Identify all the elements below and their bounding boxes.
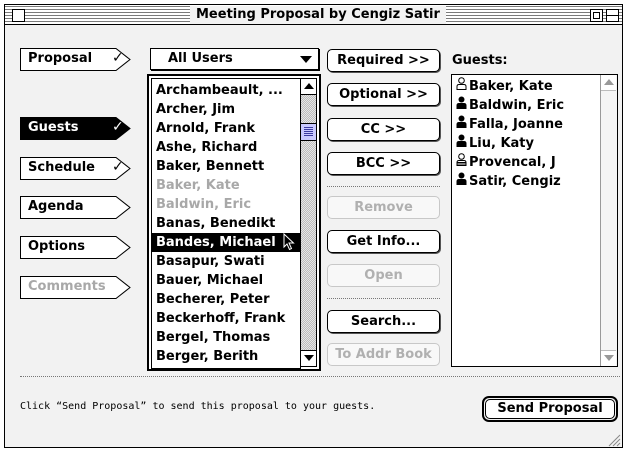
list-item[interactable]: Baker, Kate (152, 176, 300, 195)
list-item[interactable]: Archer, Jim (152, 100, 300, 119)
list-item[interactable]: Baker, Bennett (152, 157, 300, 176)
person-outline-icon (456, 77, 469, 96)
cc-button[interactable]: CC >> (327, 118, 440, 141)
guest-item[interactable]: Baker, Kate (456, 77, 553, 96)
search-button[interactable]: Search... (327, 310, 440, 333)
directory-list-items[interactable]: Archambeault, ... Archer, Jim Arnold, Fr… (151, 78, 301, 369)
list-item[interactable]: Ashe, Richard (152, 138, 300, 157)
check-icon: ✓ (112, 119, 124, 135)
to-addr-book-button[interactable]: To Addr Book (327, 343, 440, 366)
collapse-box[interactable] (606, 9, 619, 22)
person-filled-icon (456, 115, 469, 134)
guest-item[interactable]: Liu, Katy (456, 134, 534, 153)
required-button[interactable]: Required >> (327, 49, 440, 72)
optional-button[interactable]: Optional >> (327, 83, 440, 106)
guest-item[interactable]: Provencal, J (456, 153, 556, 172)
tab-label: Schedule (28, 160, 95, 175)
close-box[interactable] (12, 9, 25, 22)
guest-item[interactable]: Baldwin, Eric (456, 96, 564, 115)
zoom-box[interactable] (590, 9, 603, 22)
remove-button[interactable]: Remove (327, 196, 440, 219)
tab-options[interactable]: Options (20, 236, 131, 259)
scroll-up-arrow-icon[interactable] (301, 79, 316, 95)
tab-comments[interactable]: Comments (20, 276, 131, 299)
guest-item[interactable]: Falla, Joanne (456, 115, 563, 134)
bcc-button[interactable]: BCC >> (327, 152, 440, 175)
scroll-up-arrow-icon[interactable] (601, 75, 616, 91)
scroll-down-arrow-icon[interactable] (301, 350, 316, 366)
guest-name: Liu, Katy (469, 136, 534, 151)
list-item[interactable]: Berger, Berith (152, 347, 300, 366)
open-button[interactable]: Open (327, 264, 440, 287)
divider (327, 298, 440, 299)
list-item[interactable]: Baldwin, Eric (152, 195, 300, 214)
tab-agenda[interactable]: Agenda (20, 196, 131, 219)
get-info-button[interactable]: Get Info... (327, 230, 440, 253)
person-filled-icon (456, 172, 469, 191)
tab-proposal[interactable]: Proposal ✓ (20, 48, 131, 71)
person-filled-icon (456, 96, 469, 115)
mouse-pointer-icon (283, 232, 295, 255)
list-item[interactable]: Bauer, Michael (152, 271, 300, 290)
popup-arrow-icon (300, 56, 312, 63)
list-item[interactable]: Basapur, Swati (152, 252, 300, 271)
tab-label: Options (28, 239, 85, 254)
person-striped-icon (456, 153, 469, 172)
tab-label: Comments (28, 279, 106, 294)
user-filter-value: All Users (168, 51, 233, 66)
directory-scrollbar[interactable] (300, 78, 317, 367)
list-item[interactable]: Banas, Benedikt (152, 214, 300, 233)
guests-label: Guests: (452, 53, 508, 68)
guest-name: Baldwin, Eric (469, 98, 565, 113)
list-item[interactable]: Arnold, Frank (152, 119, 300, 138)
list-item-selected[interactable]: Bandes, Michael (152, 233, 300, 252)
scroll-thumb[interactable] (301, 123, 316, 141)
check-icon: ✓ (112, 50, 124, 66)
guests-scrollbar[interactable] (600, 75, 617, 366)
person-filled-icon (456, 134, 469, 153)
list-item[interactable]: Archambeault, ... (152, 81, 300, 100)
directory-list[interactable]: Archambeault, ... Archer, Jim Arnold, Fr… (147, 74, 321, 371)
tab-label: Agenda (28, 199, 84, 214)
list-item[interactable]: Beckerhoff, Frank (152, 309, 300, 328)
guests-list[interactable]: Baker, Kate Baldwin, Eric Falla, Joanne … (451, 74, 618, 367)
scroll-down-arrow-icon[interactable] (601, 350, 616, 366)
guest-name: Falla, Joanne (469, 117, 563, 132)
tab-schedule[interactable]: Schedule ✓ (20, 157, 131, 180)
list-item[interactable]: Becherer, Peter (152, 290, 300, 309)
send-proposal-button[interactable]: Send Proposal (482, 396, 618, 422)
footer-divider (20, 376, 620, 377)
footer-hint: Click “Send Proposal” to send this propo… (20, 401, 376, 412)
window-title: Meeting Proposal by Cengiz Satir (190, 6, 446, 24)
guest-name: Provencal, J (469, 155, 556, 170)
tab-label: Proposal (28, 51, 93, 66)
list-item[interactable]: Bergel, Thomas (152, 328, 300, 347)
send-proposal-label: Send Proposal (485, 399, 615, 419)
guest-name: Baker, Kate (469, 79, 553, 94)
user-filter-popup[interactable]: All Users (150, 48, 319, 70)
guest-item[interactable]: Satir, Cengiz (456, 172, 561, 191)
divider (327, 186, 440, 187)
guest-name: Satir, Cengiz (469, 174, 561, 189)
resize-grip-icon[interactable] (604, 431, 621, 447)
tab-guests[interactable]: Guests ✓ (20, 117, 131, 140)
check-icon: ✓ (112, 159, 124, 175)
tab-label: Guests (28, 120, 79, 135)
